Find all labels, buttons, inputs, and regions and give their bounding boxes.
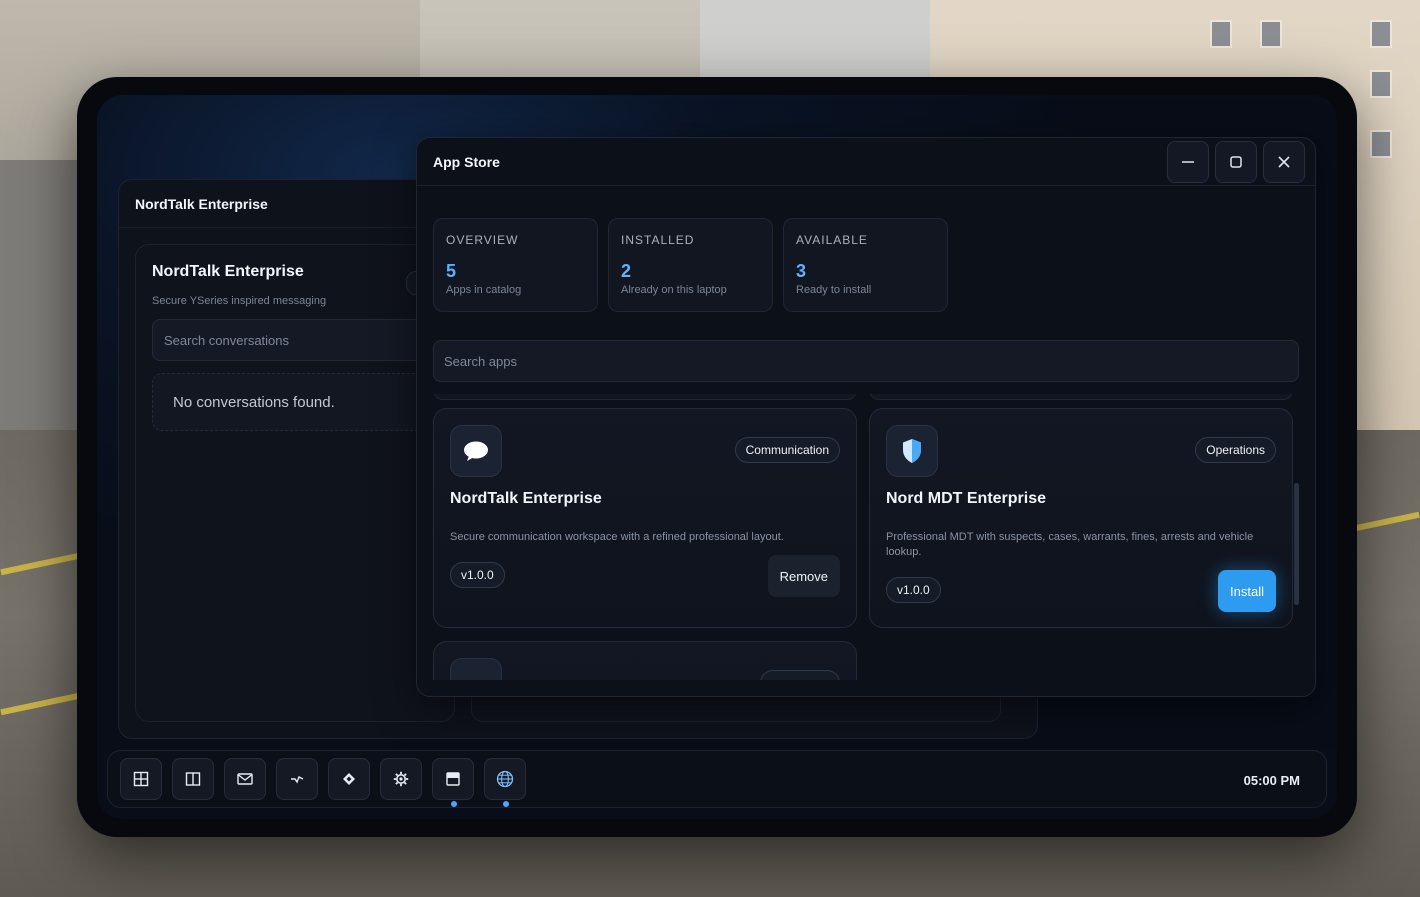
app-category-badge bbox=[760, 670, 840, 680]
app-category-badge: Operations bbox=[1195, 437, 1276, 463]
app-card-partial[interactable] bbox=[433, 641, 857, 680]
app-icon-tile bbox=[450, 658, 502, 680]
taskbar-store-button[interactable] bbox=[432, 758, 474, 807]
conversation-search-input[interactable]: Search conversations bbox=[152, 319, 438, 361]
building-window bbox=[1260, 20, 1282, 48]
stat-description: Already on this laptop bbox=[621, 284, 727, 296]
app-name: Nord MDT Enterprise bbox=[886, 490, 1047, 507]
stat-installed: INSTALLED 2 Already on this laptop bbox=[608, 218, 773, 312]
running-indicator bbox=[503, 801, 509, 807]
app-card[interactable]: Communication NordTalk Enterprise Secure… bbox=[433, 408, 857, 628]
chat-bubble-icon bbox=[464, 441, 488, 461]
stat-label: INSTALLED bbox=[621, 233, 695, 247]
app-description: Professional MDT with suspects, cases, w… bbox=[886, 531, 1254, 558]
stat-value: 5 bbox=[446, 261, 457, 281]
close-icon bbox=[1278, 155, 1290, 168]
nordtalk-heading: NordTalk Enterprise bbox=[152, 263, 304, 280]
app-icon-tile bbox=[886, 425, 938, 477]
taskbar-grid-button[interactable] bbox=[120, 758, 162, 800]
stat-available: AVAILABLE 3 Ready to install bbox=[783, 218, 948, 312]
running-indicator bbox=[451, 801, 457, 807]
globe-icon bbox=[496, 770, 514, 788]
stats-row: OVERVIEW 5 Apps in catalog INSTALLED 2 A… bbox=[433, 218, 948, 312]
taskbar-settings-button[interactable] bbox=[380, 758, 422, 800]
minimize-button[interactable] bbox=[1167, 140, 1209, 183]
app-version-badge: v1.0.0 bbox=[886, 577, 941, 603]
app-store-titlebar[interactable]: App Store bbox=[417, 138, 1315, 186]
taskbar-browser-button[interactable] bbox=[484, 758, 526, 807]
conversation-sidebar: NordTalk Enterprise Secure YSeries inspi… bbox=[135, 244, 455, 722]
stat-overview: OVERVIEW 5 Apps in catalog bbox=[433, 218, 598, 312]
stat-description: Apps in catalog bbox=[446, 284, 522, 296]
stat-value: 3 bbox=[796, 261, 807, 281]
nordtalk-subtitle: Secure YSeries inspired messaging bbox=[152, 295, 327, 307]
app-search-field[interactable] bbox=[433, 340, 1299, 382]
install-button[interactable]: Install bbox=[1218, 570, 1276, 612]
taskbar-diamond-button[interactable] bbox=[328, 758, 370, 800]
building-window bbox=[1370, 130, 1392, 158]
stat-value: 2 bbox=[621, 261, 632, 281]
taskbar-pulse-button[interactable] bbox=[276, 758, 318, 800]
stat-description: Ready to install bbox=[796, 284, 872, 296]
shield-icon bbox=[903, 439, 921, 463]
app-category-badge: Communication bbox=[734, 437, 840, 463]
app-icon-tile bbox=[450, 425, 502, 477]
app-card-partial[interactable] bbox=[869, 394, 1293, 400]
app-grid: Communication NordTalk Enterprise Secure… bbox=[433, 394, 1299, 680]
gear-icon bbox=[393, 771, 409, 787]
pulse-icon bbox=[291, 776, 304, 784]
window-controls bbox=[1167, 140, 1305, 183]
diamond-icon bbox=[343, 773, 355, 785]
building-window bbox=[1370, 70, 1392, 98]
app-version-badge: v1.0.0 bbox=[450, 562, 505, 588]
mail-icon bbox=[237, 773, 253, 785]
app-card[interactable]: Operations Nord MDT Enterprise Professio… bbox=[869, 408, 1293, 628]
stat-label: AVAILABLE bbox=[796, 233, 868, 247]
empty-conversations: No conversations found. bbox=[152, 373, 438, 431]
taskbar: 05:00 PM bbox=[107, 750, 1327, 808]
app-name: NordTalk Enterprise bbox=[450, 490, 602, 507]
building-window bbox=[1370, 20, 1392, 48]
building-window bbox=[1210, 20, 1232, 48]
app-grid-scrollbar[interactable] bbox=[1294, 483, 1299, 605]
app-card-partial[interactable] bbox=[433, 394, 857, 400]
app-search-input[interactable] bbox=[444, 353, 1288, 369]
app-store-title: App Store bbox=[433, 153, 500, 170]
close-button[interactable] bbox=[1263, 140, 1305, 183]
laptop-frame: NordTalk Enterprise NordTalk Enterprise … bbox=[77, 77, 1357, 837]
columns-icon bbox=[185, 772, 201, 786]
grid-icon bbox=[133, 771, 149, 787]
app-store-window[interactable]: App Store OVERVIEW 5 Apps in catalog INS… bbox=[416, 137, 1316, 697]
taskbar-columns-button[interactable] bbox=[172, 758, 214, 800]
stat-label: OVERVIEW bbox=[446, 233, 519, 247]
maximize-icon bbox=[1230, 155, 1242, 168]
taskbar-mail-button[interactable] bbox=[224, 758, 266, 800]
nordtalk-window-title: NordTalk Enterprise bbox=[135, 195, 268, 212]
taskbar-clock: 05:00 PM bbox=[1243, 773, 1300, 788]
minimize-icon bbox=[1182, 160, 1194, 163]
building-far-left bbox=[0, 160, 80, 460]
maximize-button[interactable] bbox=[1215, 140, 1257, 183]
laptop-screen: NordTalk Enterprise NordTalk Enterprise … bbox=[97, 95, 1337, 819]
remove-button[interactable]: Remove bbox=[767, 555, 840, 597]
app-description: Secure communication workspace with a re… bbox=[450, 531, 784, 543]
taskbar-apps bbox=[120, 758, 526, 807]
store-icon bbox=[446, 772, 460, 786]
